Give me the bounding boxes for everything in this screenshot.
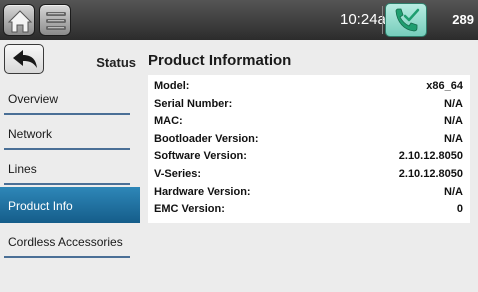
info-row-v-series: V-Series: 2.10.12.8050 bbox=[154, 166, 463, 184]
back-button[interactable] bbox=[4, 44, 44, 74]
section-label: Status bbox=[96, 55, 136, 70]
info-row-mac: MAC: N/A bbox=[154, 113, 463, 131]
info-value: N/A bbox=[444, 97, 463, 110]
info-label: Software Version: bbox=[154, 150, 247, 163]
phone-checkmark-icon bbox=[395, 8, 420, 32]
sidebar-item-lines[interactable]: Lines bbox=[0, 150, 140, 185]
info-value: 2.10.12.8050 bbox=[398, 167, 463, 180]
sidebar-item-cordless-accessories[interactable]: Cordless Accessories bbox=[0, 223, 140, 258]
list-menu-icon bbox=[46, 12, 66, 30]
info-label: Model: bbox=[154, 80, 190, 92]
page-title: Product Information bbox=[148, 52, 292, 69]
sidebar-item-network[interactable]: Network bbox=[0, 115, 140, 150]
info-value: N/A bbox=[444, 185, 463, 198]
info-row-software-version: Software Version: 2.10.12.8050 bbox=[154, 148, 463, 166]
top-status-bar: 10:24am 289 bbox=[0, 0, 478, 40]
info-value: N/A bbox=[444, 115, 463, 128]
extension-number: 289 bbox=[452, 12, 474, 27]
sidebar-item-label: Product Info bbox=[8, 199, 73, 213]
info-value: 0 bbox=[456, 203, 463, 216]
sidebar-item-overview[interactable]: Overview bbox=[0, 80, 140, 115]
sidebar-item-label: Network bbox=[8, 127, 53, 141]
info-label: Bootloader Version: bbox=[154, 132, 259, 145]
info-row-emc-version: EMC Version: 0 bbox=[154, 201, 463, 219]
info-row-bootloader-version: Bootloader Version: N/A bbox=[154, 131, 463, 149]
sidebar-item-label: Overview bbox=[8, 92, 59, 106]
info-row-serial-number: Serial Number: N/A bbox=[154, 96, 463, 114]
info-label: EMC Version: bbox=[154, 203, 225, 216]
info-value: 2.10.12.8050 bbox=[398, 150, 463, 163]
home-button[interactable] bbox=[3, 4, 35, 36]
sidebar-item-product-info[interactable]: Product Info bbox=[0, 187, 140, 223]
info-label: Serial Number: bbox=[154, 97, 233, 110]
product-info-panel: Model: x86_64 Serial Number: N/A MAC: N/… bbox=[148, 75, 470, 223]
home-icon bbox=[7, 10, 33, 33]
info-value: N/A bbox=[444, 132, 463, 145]
topbar-divider bbox=[382, 6, 383, 34]
info-row-hardware-version: Hardware Version: N/A bbox=[154, 184, 463, 202]
info-value: x86_64 bbox=[426, 80, 463, 92]
back-arrow-icon bbox=[13, 50, 37, 68]
line-status-button[interactable] bbox=[385, 3, 427, 37]
sidebar-nav: Overview Network Lines Product Info Cord… bbox=[0, 80, 140, 258]
product-info-table: Model: x86_64 Serial Number: N/A MAC: N/… bbox=[154, 78, 463, 219]
sidebar-item-label: Cordless Accessories bbox=[8, 235, 123, 249]
menu-button[interactable] bbox=[39, 4, 71, 36]
sidebar-item-label: Lines bbox=[8, 162, 37, 176]
info-label: MAC: bbox=[154, 115, 183, 128]
info-row-model: Model: x86_64 bbox=[154, 78, 463, 96]
info-label: V-Series: bbox=[154, 167, 202, 180]
info-label: Hardware Version: bbox=[154, 185, 251, 198]
